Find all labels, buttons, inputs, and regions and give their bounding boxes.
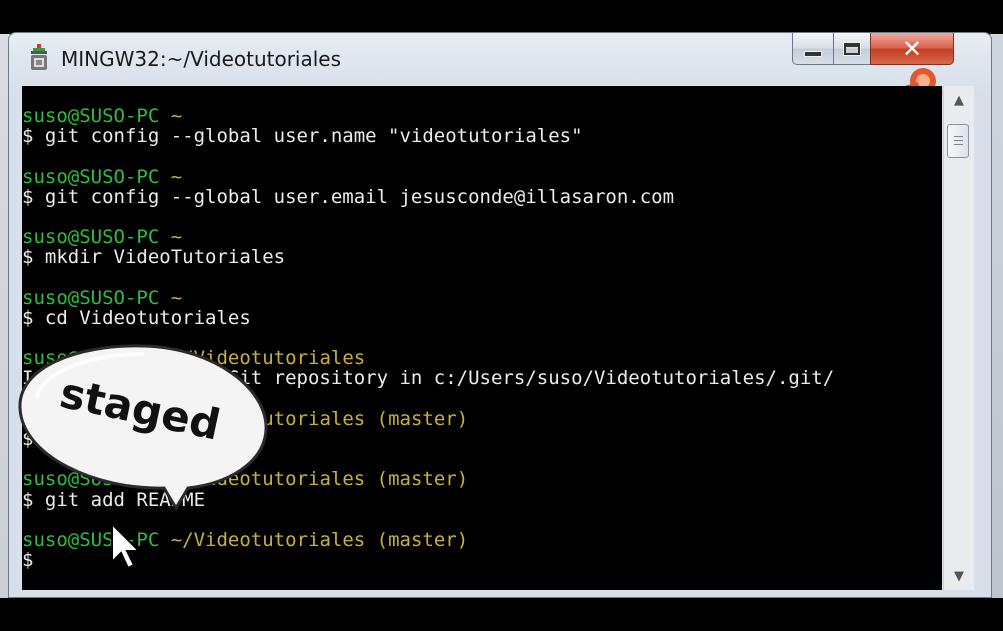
console-text: $ git config --global user.email jesusco… (22, 185, 675, 208)
minimize-icon (804, 50, 822, 57)
titlebar[interactable]: MINGW32:~/Videotutoriales ✕ (9, 33, 991, 85)
prompt-user: suso@SUSO-PC (22, 286, 160, 309)
maximize-button[interactable] (833, 33, 871, 65)
scroll-up-button[interactable]: ▲ (944, 86, 974, 114)
console-text: $ mkdir VideoTutoriales (22, 246, 286, 269)
vertical-scrollbar[interactable]: ▲ ▼ (943, 86, 974, 590)
scrollbar-thumb[interactable] (947, 124, 969, 158)
grip-line (954, 140, 963, 141)
arrow-down-icon: ▼ (954, 568, 964, 584)
prompt-user: suso@SUSO-PC (22, 226, 160, 249)
grip-line (954, 136, 963, 137)
close-icon: ✕ (901, 34, 923, 63)
video-letterbox-top (0, 0, 1003, 34)
prompt-path: ~ (170, 105, 183, 127)
close-button[interactable]: ✕ (870, 33, 954, 65)
command-line: $ cd Videotutoriales (22, 308, 834, 328)
prompt-line: suso@SUSO-PC ~ (22, 106, 834, 126)
prompt-branch: (master) (376, 528, 469, 551)
git-bash-icon (31, 44, 47, 70)
mouse-pointer-icon (111, 522, 142, 570)
arrow-up-icon: ▲ (954, 92, 964, 108)
console-text: $ git config --global user.name "videotu… (22, 125, 583, 148)
prompt-branch: (master) (376, 468, 469, 491)
minimize-button[interactable] (792, 33, 834, 65)
prompt-path: ~/Videotutoriales (170, 528, 366, 551)
window-title: MINGW32:~/Videotutoriales (61, 47, 342, 71)
prompt-user: suso@SUSO-PC (22, 105, 160, 127)
prompt-user: suso@SUSO-PC (22, 165, 160, 188)
caption-buttons: ✕ (792, 33, 982, 67)
video-letterbox-bottom (0, 598, 1003, 631)
prompt-path: ~ (170, 165, 183, 188)
command-line: $ mkdir VideoTutoriales (22, 247, 834, 267)
command-line: $ git config --global user.email jesusco… (22, 187, 834, 207)
prompt-path: ~ (170, 286, 183, 309)
grip-line (954, 144, 963, 145)
prompt-line: suso@SUSO-PC ~/Videotutoriales (master) (22, 530, 834, 550)
command-line: $ git config --global user.name "videotu… (22, 126, 834, 146)
console-text: $ (22, 549, 34, 572)
prompt-line: suso@SUSO-PC ~ (22, 288, 834, 308)
prompt-line: suso@SUSO-PC ~ (22, 165, 834, 188)
scroll-down-button[interactable]: ▼ (944, 562, 974, 590)
command-line: $ (22, 550, 834, 570)
maximize-icon (843, 41, 861, 56)
console-text: $ cd Videotutoriales (22, 306, 251, 329)
prompt-line: suso@SUSO-PC ~ (22, 227, 834, 247)
prompt-path: ~ (170, 226, 183, 249)
prompt-branch: (master) (376, 407, 469, 430)
